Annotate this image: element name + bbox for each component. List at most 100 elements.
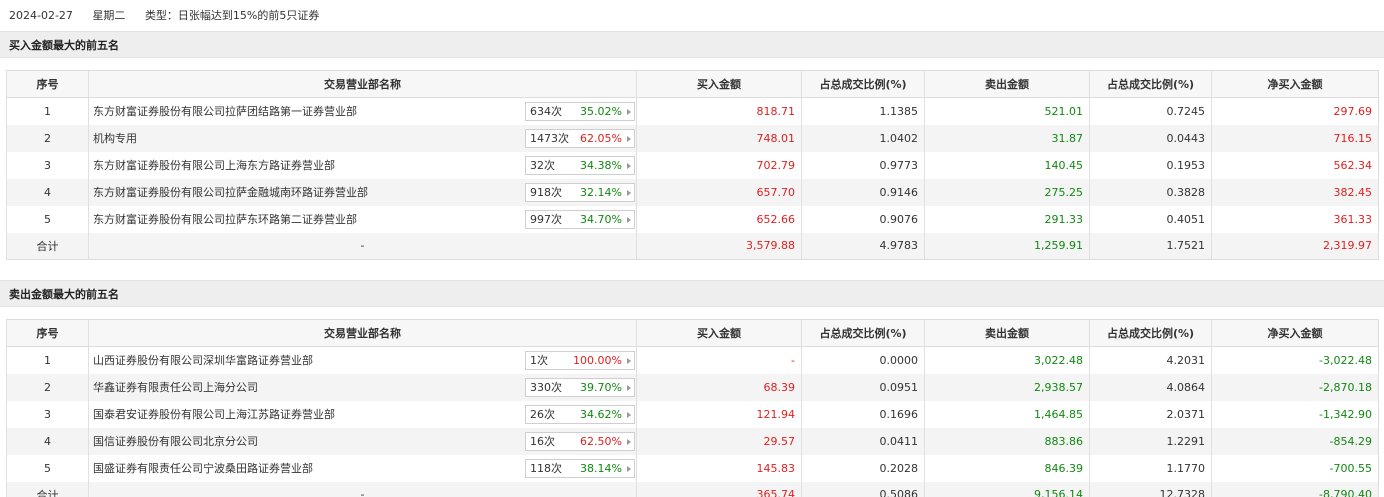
triangle-right-icon xyxy=(627,411,631,418)
col-header-sell-ratio: 占总成交比例(%) xyxy=(1089,319,1212,347)
buy-amount: - xyxy=(636,346,802,374)
buy-amount: 748.01 xyxy=(636,124,802,152)
triangle-right-icon xyxy=(627,189,631,196)
sell-amount: 3,022.48 xyxy=(924,346,1090,374)
buy-table-body: 1 东方财富证券股份有限公司拉萨团结路第一证券营业部 634次 35.02% 818.7… xyxy=(6,97,1379,260)
sell-table-body: 1 山西证券股份有限公司深圳华富路证券营业部 1次 100.00% -0.0000 3,0… xyxy=(6,346,1379,497)
listing-rise-pct: 34.70% xyxy=(580,212,622,226)
branch-name-link[interactable]: 山西证券股份有限公司深圳华富路证券营业部 xyxy=(93,352,313,368)
branch-stats-badge[interactable]: 997次 34.70% xyxy=(525,209,635,229)
table-row: 4 国信证券股份有限公司北京分公司 16次 62.50% 29.57 0.0411 883.… xyxy=(6,427,1379,455)
col-header-no: 序号 xyxy=(6,70,89,98)
net-buy-amount: -700.55 xyxy=(1211,454,1379,482)
listing-rise-pct: 35.02% xyxy=(580,105,622,118)
branch-name-link[interactable]: 机构专用 xyxy=(93,130,137,146)
sell-ratio: 1.1770 xyxy=(1089,454,1212,482)
col-header-buy-ratio: 占总成交比例(%) xyxy=(801,319,925,347)
total-sell-amount: 1,259.91 xyxy=(924,232,1090,260)
triangle-right-icon xyxy=(627,135,631,142)
sell-top5-table: 序号 交易营业部名称 买入金额 占总成交比例(%) 卖出金额 占总成交比例(%)… xyxy=(6,319,1379,497)
listing-count: 16次 xyxy=(530,434,555,448)
sell-ratio: 1.2291 xyxy=(1089,427,1212,455)
listing-count: 1473次 xyxy=(530,131,569,145)
net-buy-amount: -3,022.48 xyxy=(1211,346,1379,374)
sell-amount: 31.87 xyxy=(924,124,1090,152)
total-net-buy-amount: -8,790.40 xyxy=(1211,481,1379,497)
branch-name-link[interactable]: 国泰君安证券股份有限公司上海江苏路证券营业部 xyxy=(93,406,335,422)
triangle-right-icon xyxy=(627,465,631,472)
row-no: 4 xyxy=(6,427,89,455)
buy-ratio: 0.0411 xyxy=(801,427,925,455)
listing-rise-pct: 38.14% xyxy=(580,461,622,475)
branch-stats-badge[interactable]: 16次 62.50% xyxy=(525,431,635,451)
listing-count: 330次 xyxy=(530,380,562,394)
listing-rise-pct: 62.50% xyxy=(580,434,622,448)
sell-ratio: 2.0371 xyxy=(1089,400,1212,428)
table-row: 5 国盛证券有限责任公司宁波桑田路证券营业部 118次 38.14% 145.83 0.2… xyxy=(6,454,1379,482)
branch-stats-badge[interactable]: 918次 32.14% xyxy=(525,182,635,202)
table-header-row: 序号 交易营业部名称 买入金额 占总成交比例(%) 卖出金额 占总成交比例(%)… xyxy=(6,70,1379,98)
row-no: 5 xyxy=(6,454,89,482)
listing-count: 1次 xyxy=(530,354,548,367)
row-no: 1 xyxy=(6,346,89,374)
sell-amount: 846.39 xyxy=(924,454,1090,482)
branch-name-link[interactable]: 东方财富证券股份有限公司拉萨东环路第二证券营业部 xyxy=(93,211,357,227)
branch-cell: 国信证券股份有限公司北京分公司 16次 62.50% xyxy=(88,427,637,455)
sell-ratio: 4.2031 xyxy=(1089,346,1212,374)
total-label: 合计 xyxy=(6,232,89,260)
branch-name-link[interactable]: 国盛证券有限责任公司宁波桑田路证券营业部 xyxy=(93,460,313,476)
col-header-net: 净买入金额 xyxy=(1211,319,1379,347)
table-row: 3 东方财富证券股份有限公司上海东方路证券营业部 32次 34.38% 702.79 0.… xyxy=(6,151,1379,179)
branch-stats-badge[interactable]: 1次 100.00% xyxy=(525,351,635,370)
branch-name-link[interactable]: 国信证券股份有限公司北京分公司 xyxy=(93,433,258,449)
net-buy-amount: 382.45 xyxy=(1211,178,1379,206)
col-header-no: 序号 xyxy=(6,319,89,347)
sell-ratio: 0.0443 xyxy=(1089,124,1212,152)
branch-stats-badge[interactable]: 1473次 62.05% xyxy=(525,128,635,148)
buy-amount: 702.79 xyxy=(636,151,802,179)
branch-cell: 东方财富证券股份有限公司拉萨东环路第二证券营业部 997次 34.70% xyxy=(88,205,637,233)
filter-bar: 2024-02-27 星期二 类型：日张幅达到15%的前5只证券 xyxy=(0,0,1384,31)
col-header-sell: 卖出金额 xyxy=(924,319,1090,347)
sell-amount: 275.25 xyxy=(924,178,1090,206)
table-row: 5 东方财富证券股份有限公司拉萨东环路第二证券营业部 997次 34.70% 652.6… xyxy=(6,205,1379,233)
total-sell-ratio: 1.7521 xyxy=(1089,232,1212,260)
net-buy-amount: 716.15 xyxy=(1211,124,1379,152)
table-row: 1 东方财富证券股份有限公司拉萨团结路第一证券营业部 634次 35.02% 818.7… xyxy=(6,97,1379,125)
branch-name-link[interactable]: 华鑫证券有限责任公司上海分公司 xyxy=(93,379,258,395)
total-sell-amount: 9,156.14 xyxy=(924,481,1090,497)
sell-amount: 521.01 xyxy=(924,97,1090,125)
sell-amount: 291.33 xyxy=(924,205,1090,233)
branch-stats-badge[interactable]: 26次 34.62% xyxy=(525,404,635,424)
buy-ratio: 0.0951 xyxy=(801,373,925,401)
sell-amount: 1,464.85 xyxy=(924,400,1090,428)
buy-ratio: 0.2028 xyxy=(801,454,925,482)
branch-name-link[interactable]: 东方财富证券股份有限公司拉萨团结路第一证券营业部 xyxy=(93,103,357,119)
branch-stats-badge[interactable]: 330次 39.70% xyxy=(525,377,635,397)
total-buy-ratio: 0.5086 xyxy=(801,481,925,497)
branch-name-link[interactable]: 东方财富证券股份有限公司拉萨金融城南环路证券营业部 xyxy=(93,184,368,200)
listing-rise-pct: 39.70% xyxy=(580,380,622,394)
branch-stats-badge[interactable]: 32次 34.38% xyxy=(525,155,635,175)
list-type: 类型：日张幅达到15%的前5只证券 xyxy=(144,9,320,22)
buy-section-title: 买入金额最大的前五名 xyxy=(0,31,1384,58)
buy-ratio: 0.0000 xyxy=(801,346,925,374)
buy-amount: 652.66 xyxy=(636,205,802,233)
total-buy-amount: 365.74 xyxy=(636,481,802,497)
listing-count: 918次 xyxy=(530,185,562,199)
table-row: 4 东方财富证券股份有限公司拉萨金融城南环路证券营业部 918次 32.14% 657.… xyxy=(6,178,1379,206)
branch-name-link[interactable]: 东方财富证券股份有限公司上海东方路证券营业部 xyxy=(93,157,335,173)
buy-ratio: 1.1385 xyxy=(801,97,925,125)
sell-amount: 140.45 xyxy=(924,151,1090,179)
branch-cell: 国盛证券有限责任公司宁波桑田路证券营业部 118次 38.14% xyxy=(88,454,637,482)
row-no: 3 xyxy=(6,400,89,428)
branch-stats-badge[interactable]: 634次 35.02% xyxy=(525,102,635,121)
listing-rise-pct: 34.62% xyxy=(580,407,622,421)
sell-amount: 883.86 xyxy=(924,427,1090,455)
buy-amount: 121.94 xyxy=(636,400,802,428)
total-row: 合计 -3,579.88 4.9783 1,259.91 1.7521 2,319.97 xyxy=(6,232,1379,260)
branch-stats-badge[interactable]: 118次 38.14% xyxy=(525,458,635,478)
listing-count: 118次 xyxy=(530,461,562,475)
net-buy-amount: 562.34 xyxy=(1211,151,1379,179)
row-no: 1 xyxy=(6,97,89,125)
